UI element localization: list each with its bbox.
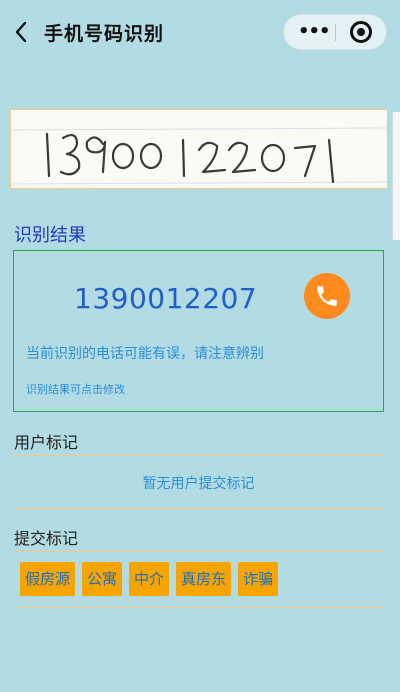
mini-program-capsule: ••• xyxy=(283,14,387,50)
accuracy-warning: 当前识别的电话可能有误，请注意辨别 xyxy=(26,346,264,362)
target-circle-icon xyxy=(350,21,372,43)
tag-real-landlord[interactable]: 真房东 xyxy=(176,562,232,596)
phone-number-value[interactable]: 1390012207 xyxy=(74,282,257,315)
handwriting-image xyxy=(11,110,387,188)
close-button[interactable] xyxy=(336,15,387,49)
submit-tags-box: 假房源 公寓 中介 真房东 诈骗 xyxy=(13,551,384,607)
call-button[interactable] xyxy=(304,273,350,319)
side-edge-strip xyxy=(392,112,400,240)
more-button[interactable]: ••• xyxy=(284,15,335,49)
tag-fake-listing[interactable]: 假房源 xyxy=(20,562,76,596)
result-heading: 识别结果 xyxy=(14,225,86,246)
nav-bar: 手机号码识别 ••• xyxy=(0,0,400,64)
user-marks-box: 暂无用户提交标记 xyxy=(13,455,384,510)
edit-hint-link[interactable]: 识别结果可点击修改 xyxy=(26,381,125,397)
submit-marks-heading: 提交标记 xyxy=(14,529,79,548)
more-dots-icon: ••• xyxy=(298,21,331,42)
user-marks-heading: 用户标记 xyxy=(14,433,79,452)
chevron-left-icon xyxy=(15,21,27,43)
page-title: 手机号码识别 xyxy=(44,23,165,45)
tag-agent[interactable]: 中介 xyxy=(129,562,170,596)
back-button[interactable] xyxy=(8,16,36,48)
no-marks-text: 暂无用户提交标记 xyxy=(142,476,255,492)
handwritten-number-photo xyxy=(10,109,388,189)
result-card: 1390012207 当前识别的电话可能有误，请注意辨别 识别结果可点击修改 xyxy=(13,250,384,412)
tag-apartment[interactable]: 公寓 xyxy=(82,562,123,596)
tag-fraud[interactable]: 诈骗 xyxy=(238,562,279,596)
tag-list: 假房源 公寓 中介 真房东 诈骗 xyxy=(20,562,279,596)
phone-icon xyxy=(317,286,337,306)
